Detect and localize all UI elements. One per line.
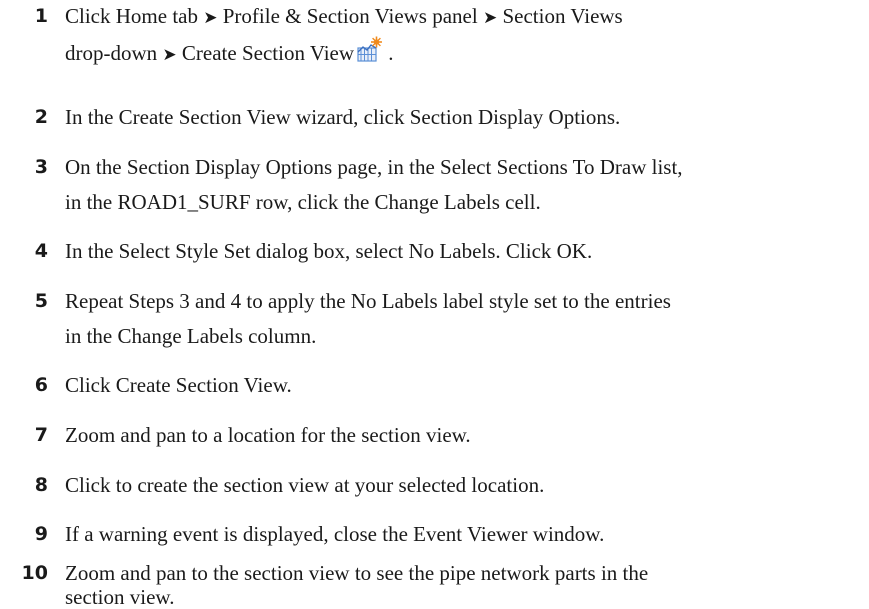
menu-path-panel: Profile & Section Views panel: [222, 4, 478, 28]
step-line-2: drop-down ➤ Create Section View .: [65, 36, 855, 73]
step-line-1: On the Section Display Options page, in …: [65, 155, 683, 179]
step-line-1: Zoom and pan to a location for the secti…: [65, 423, 471, 447]
step-text: If a warning event is displayed, close t…: [65, 517, 855, 552]
step-number: 6: [34, 374, 48, 396]
step-text: Zoom and pan to a location for the secti…: [65, 418, 855, 453]
arrow-right-icon: ➤: [203, 8, 218, 28]
step-line-2: in the ROAD1_SURF row, click the Change …: [65, 190, 541, 214]
step-line-1: In the Select Style Set dialog box, sele…: [65, 239, 593, 263]
step-line-2: section view.: [65, 585, 175, 609]
step-text: Click to create the section view at your…: [65, 468, 855, 503]
step-line-tail: .: [383, 41, 394, 65]
step-text: In the Select Style Set dialog box, sele…: [65, 234, 855, 269]
step-number: 10: [21, 562, 48, 584]
step-line-2: in the Change Labels column.: [65, 324, 317, 348]
step-line-1: Click Create Section View.: [65, 373, 292, 397]
menu-path-section-views: Section Views: [502, 4, 623, 28]
step-line-1: In the Create Section View wizard, click…: [65, 105, 621, 129]
step-line-1: If a warning event is displayed, close t…: [65, 522, 605, 546]
step-number: 7: [34, 424, 48, 446]
step-line-1: Zoom and pan to the section view to see …: [65, 561, 649, 585]
step-line-1: Click Home tab ➤ Profile & Section Views…: [65, 0, 855, 36]
step-number: 3: [34, 156, 48, 178]
procedure-steps: 1 Click Home tab ➤ Profile & Section Vie…: [0, 0, 869, 609]
step-text: Click Create Section View.: [65, 368, 855, 403]
step-line-1: Repeat Steps 3 and 4 to apply the No Lab…: [65, 289, 671, 313]
step-number: 8: [34, 474, 48, 496]
step-text: Click Home tab ➤ Profile & Section Views…: [65, 0, 855, 73]
menu-path-home-tab: Click Home tab: [65, 4, 198, 28]
step-number: 4: [34, 240, 48, 262]
menu-path-dropdown: drop-down: [65, 41, 158, 65]
menu-path-create-section-view: Create Section View: [181, 41, 355, 65]
step-number: 2: [34, 106, 48, 128]
step-number: 1: [34, 5, 48, 27]
step-text: Repeat Steps 3 and 4 to apply the No Lab…: [65, 284, 855, 354]
step-text: In the Create Section View wizard, click…: [65, 100, 855, 135]
arrow-right-icon: ➤: [482, 8, 498, 28]
arrow-right-icon: ➤: [162, 45, 177, 65]
create-section-view-icon: [357, 36, 383, 62]
step-text: Zoom and pan to the section view to see …: [65, 561, 855, 609]
step-text: On the Section Display Options page, in …: [65, 150, 855, 220]
step-number: 5: [34, 290, 48, 312]
step-line-1: Click to create the section view at your…: [65, 473, 545, 497]
step-number: 9: [34, 523, 48, 545]
